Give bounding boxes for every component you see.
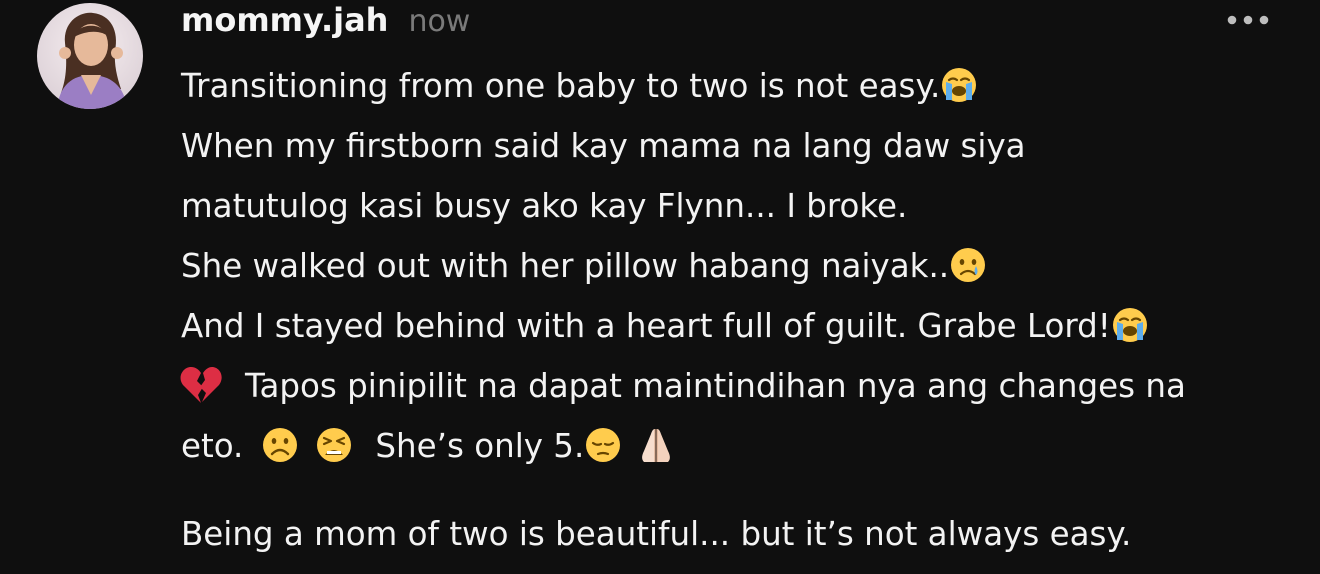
loudly-crying-face-icon: [940, 66, 978, 104]
thread-post: mommy.jah now Transitioning from one bab…: [0, 0, 1320, 574]
pensive-face-icon: [584, 426, 622, 464]
author-username[interactable]: mommy.jah: [181, 0, 388, 40]
broken-heart-icon: [179, 365, 223, 405]
folded-hands-icon: [636, 425, 676, 465]
post-text: matutulog kasi busy ako kay Flynn... I b…: [181, 187, 908, 225]
avatar[interactable]: [37, 3, 143, 109]
post-line: Transitioning from one baby to two is no…: [181, 56, 1301, 116]
post-text: Tapos pinipilit na dapat maintindihan ny…: [245, 367, 1186, 405]
post-text: eto.: [181, 427, 244, 465]
post-text: She walked out with her pillow habang na…: [181, 247, 950, 285]
post-line: She walked out with her pillow habang na…: [181, 236, 1301, 296]
post-header: mommy.jah now: [181, 0, 470, 42]
post-timestamp[interactable]: now: [408, 2, 470, 42]
post-line: Being a mom of two is beautiful... but i…: [181, 504, 1301, 564]
loudly-crying-face-icon: [1111, 306, 1149, 344]
post-line: eto. She’s only 5.: [181, 416, 1301, 476]
post-body: Transitioning from one baby to two is no…: [179, 56, 1301, 564]
post-line: Tapos pinipilit na dapat maintindihan ny…: [179, 356, 1301, 416]
more-horizontal-icon: [1227, 15, 1269, 25]
frowning-face-icon: [261, 426, 299, 464]
post-line: And I stayed behind with a heart full of…: [181, 296, 1301, 356]
post-text: Being a mom of two is beautiful... but i…: [181, 515, 1132, 553]
crying-face-icon: [949, 246, 987, 284]
post-text: She’s only 5.: [375, 427, 585, 465]
post-text: And I stayed behind with a heart full of…: [181, 307, 1111, 345]
profile-photo-icon: [37, 3, 143, 109]
post-text: Transitioning from one baby to two is no…: [181, 67, 941, 105]
more-options-button[interactable]: [1222, 6, 1274, 34]
tired-face-icon: [315, 426, 353, 464]
post-text: When my firstborn said kay mama na lang …: [181, 127, 1026, 165]
post-line: When my firstborn said kay mama na lang …: [181, 116, 1301, 176]
post-line: matutulog kasi busy ako kay Flynn... I b…: [181, 176, 1301, 236]
